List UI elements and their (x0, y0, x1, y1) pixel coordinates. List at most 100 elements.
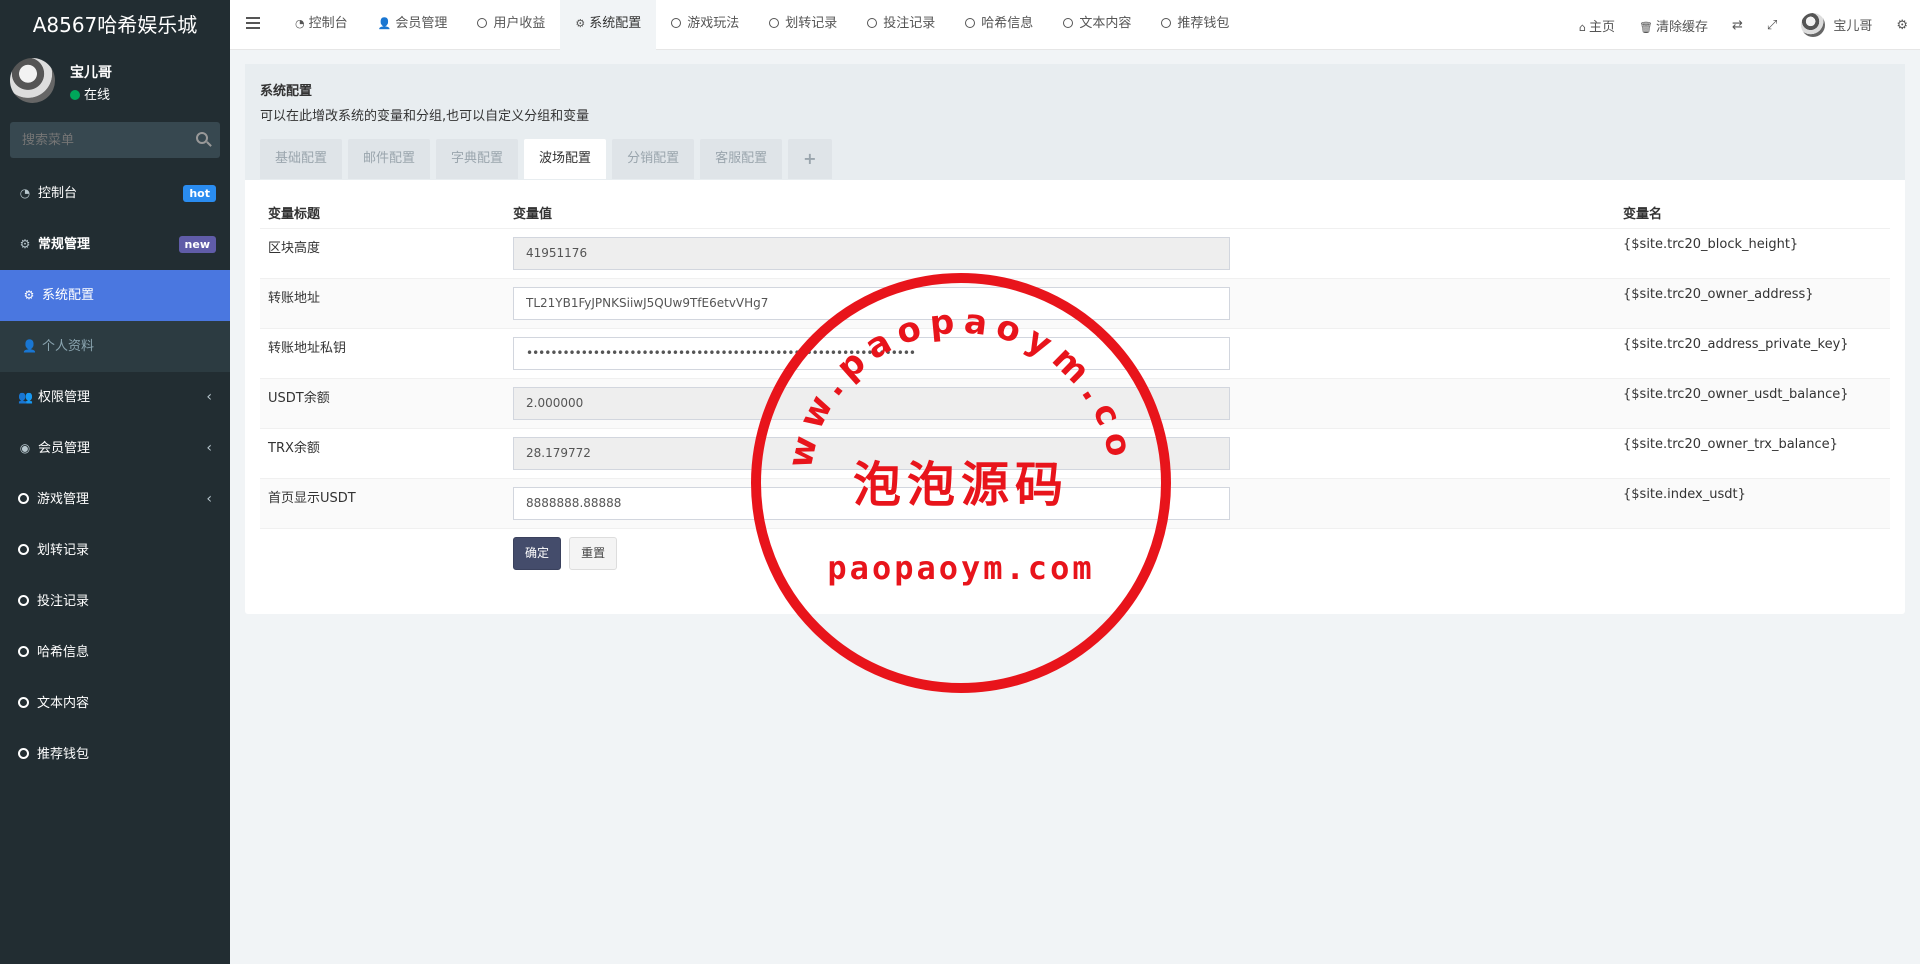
table-row: TRX余额 {$site.trc20_owner_trx_balance} (260, 428, 1890, 479)
sidebar-item-transfers[interactable]: 划转记录 (0, 525, 230, 576)
menu-toggle-icon[interactable] (246, 17, 260, 29)
config-table: 变量标题 变量值 变量名 区块高度 {$site.trc20_block_hei… (260, 198, 1890, 578)
column-header-title: 变量标题 (260, 198, 505, 229)
circle-icon (1063, 18, 1074, 28)
sidebar-search (10, 122, 220, 158)
user-menu[interactable]: 宝儿哥 (1789, 13, 1884, 37)
user-name: 宝儿哥 (70, 65, 112, 81)
submit-button[interactable]: 确定 (513, 536, 562, 570)
add-tab-button[interactable]: + (788, 139, 832, 179)
sidebar-item-games[interactable]: 游戏管理 ‹ (0, 474, 230, 525)
user-icon: 👤 (377, 17, 392, 30)
tab-basic-config[interactable]: 基础配置 (260, 139, 343, 179)
tab-members[interactable]: 👤 会员管理 (363, 0, 463, 50)
circle-icon (671, 18, 682, 28)
sidebar-item-bets[interactable]: 投注记录 (0, 576, 230, 627)
trash-icon: 🗑 (1639, 20, 1653, 34)
tab-hash-info[interactable]: 哈希信息 (950, 0, 1048, 50)
block-height-field[interactable] (513, 236, 1230, 270)
dashboard-icon: ◔ (295, 17, 305, 30)
tab-label: 系统配置 (589, 16, 642, 31)
config-panel: 系统配置 可以在此增改系统的变量和分组,也可以自定义分组和变量 基础配置 邮件配… (245, 64, 1905, 614)
language-icon: ⇄ (1732, 17, 1743, 33)
tab-label: 推荐钱包 (1177, 16, 1230, 31)
app-logo[interactable]: A8567哈希娱乐城 (0, 0, 230, 50)
sidebar-item-profile[interactable]: 👤 个人资料 (0, 321, 230, 372)
private-key-field[interactable] (513, 336, 1230, 370)
circle-icon (18, 493, 29, 504)
table-row: 区块高度 {$site.trc20_block_height} (260, 228, 1890, 279)
table-row: 转账地址私钥 {$site.trc20_address_private_key} (260, 328, 1890, 379)
sidebar-item-members[interactable]: ◉ 会员管理 ‹ (0, 423, 230, 474)
form-actions-row: 确定 重置 (260, 528, 1890, 578)
sidebar-item-system-config[interactable]: ⚙ 系统配置 (0, 270, 230, 321)
users-icon: 👥 (18, 390, 33, 404)
column-header-value: 变量值 (505, 198, 1615, 229)
tab-support-config[interactable]: 客服配置 (700, 139, 783, 179)
user-avatar (10, 58, 55, 103)
tab-text-content[interactable]: 文本内容 (1048, 0, 1146, 50)
user-avatar (1801, 13, 1826, 37)
tab-wallets[interactable]: 推荐钱包 (1146, 0, 1244, 50)
row-variable-name: {$site.trc20_owner_trx_balance} (1615, 428, 1890, 479)
tab-label: 控制台 (308, 16, 348, 31)
tab-email-config[interactable]: 邮件配置 (348, 139, 431, 179)
user-panel: 宝儿哥 在线 (0, 50, 230, 112)
sidebar-item-hash-info[interactable]: 哈希信息 (0, 627, 230, 678)
online-dot-icon (70, 90, 80, 100)
tab-dictionary-config[interactable]: 字典配置 (436, 139, 519, 179)
owner-address-field[interactable] (513, 286, 1230, 320)
row-variable-name: {$site.trc20_address_private_key} (1615, 328, 1890, 379)
sidebar-item-text-content[interactable]: 文本内容 (0, 678, 230, 729)
sidebar-item-general[interactable]: ⚙ 常规管理 new (0, 219, 230, 270)
user-status-label: 在线 (84, 88, 111, 103)
sidebar-item-permissions[interactable]: 👥 权限管理 ‹ (0, 372, 230, 423)
search-icon[interactable] (196, 132, 208, 144)
tab-tron-config[interactable]: 波场配置 (524, 139, 607, 179)
sidebar-item-label: 控制台 (38, 186, 78, 201)
sidebar-item-label: 常规管理 (38, 237, 91, 252)
settings-button[interactable]: ⚙ (1884, 18, 1920, 33)
top-right-nav: ⌂ 主页 🗑 清除缓存 ⇄ ⤢ 宝儿哥 ⚙ (1567, 0, 1920, 50)
top-tabs: ◔ 控制台 👤 会员管理 用户收益 ⚙ 系统配置 游戏玩法 划转记录 投注记录 哈希信… (280, 0, 1244, 50)
menu-search-input[interactable] (10, 122, 220, 158)
sidebar-item-label: 投注记录 (37, 594, 90, 609)
tab-system-config[interactable]: ⚙ 系统配置 (560, 0, 657, 50)
row-title: 转账地址 (260, 278, 505, 329)
panel-title: 系统配置 (260, 84, 313, 99)
clear-cache-button[interactable]: 🗑 清除缓存 (1627, 16, 1720, 35)
row-value-cell (505, 428, 1615, 479)
tab-bets[interactable]: 投注记录 (852, 0, 950, 50)
tab-game-rules[interactable]: 游戏玩法 (656, 0, 754, 50)
reset-button[interactable]: 重置 (569, 536, 618, 570)
chevron-left-icon: ‹ (206, 491, 212, 507)
sidebar-item-dashboard[interactable]: ◔ 控制台 hot (0, 168, 230, 219)
home-link[interactable]: ⌂ 主页 (1567, 16, 1627, 35)
row-value-cell (505, 278, 1615, 329)
gear-icon: ⚙ (23, 288, 35, 302)
usdt-balance-field[interactable] (513, 386, 1230, 420)
tab-dashboard[interactable]: ◔ 控制台 (280, 0, 363, 50)
sidebar-item-label: 游戏管理 (37, 492, 90, 507)
column-header-name: 变量名 (1615, 198, 1890, 229)
circle-icon (18, 646, 29, 657)
circle-icon (18, 544, 29, 555)
circle-icon (867, 18, 878, 28)
row-value-cell (505, 228, 1615, 279)
tab-transfers[interactable]: 划转记录 (754, 0, 852, 50)
tab-distribution-config[interactable]: 分销配置 (612, 139, 695, 179)
sidebar-item-label: 推荐钱包 (37, 747, 90, 762)
sidebar-item-wallets[interactable]: 推荐钱包 (0, 729, 230, 780)
tab-user-earnings[interactable]: 用户收益 (462, 0, 560, 50)
row-value-cell (505, 378, 1615, 429)
fullscreen-button[interactable]: ⤢ (1755, 18, 1789, 33)
clear-cache-label: 清除缓存 (1656, 19, 1709, 35)
index-usdt-field[interactable] (513, 486, 1230, 520)
language-button[interactable]: ⇄ (1720, 18, 1755, 33)
trx-balance-field[interactable] (513, 436, 1230, 470)
row-variable-name: {$site.trc20_owner_usdt_balance} (1615, 378, 1890, 429)
row-title: 首页显示USDT (260, 478, 505, 529)
gear-icon: ⚙ (575, 17, 586, 30)
topbar: ◔ 控制台 👤 会员管理 用户收益 ⚙ 系统配置 游戏玩法 划转记录 投注记录 哈希信… (230, 0, 1920, 50)
tab-label: 游戏玩法 (687, 16, 740, 31)
